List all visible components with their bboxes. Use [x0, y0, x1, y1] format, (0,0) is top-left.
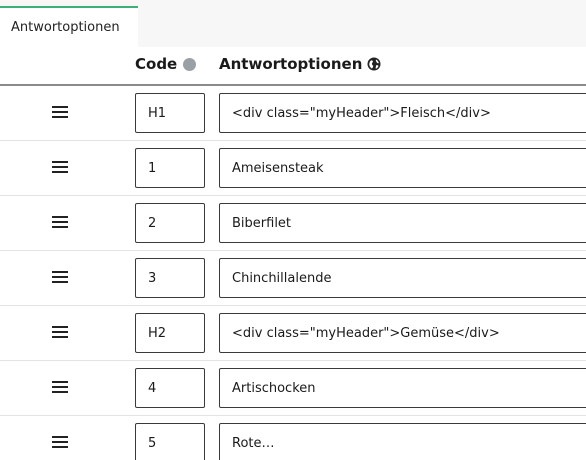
drag-handle-icon[interactable]	[52, 216, 68, 229]
table-row	[0, 141, 586, 196]
answer-input[interactable]	[219, 423, 586, 460]
globe-icon[interactable]	[367, 57, 381, 71]
answer-input[interactable]	[219, 203, 586, 243]
table-row	[0, 306, 586, 361]
code-input[interactable]	[135, 203, 205, 243]
table-row	[0, 196, 586, 251]
drag-handle-icon[interactable]	[52, 106, 68, 119]
table-header: Code Antwortoptionen	[0, 47, 586, 86]
drag-handle-icon[interactable]	[52, 436, 68, 449]
table-row	[0, 86, 586, 141]
answer-input[interactable]	[219, 93, 586, 133]
table-row	[0, 361, 586, 416]
code-input[interactable]	[135, 423, 205, 460]
answer-column-header: Antwortoptionen	[219, 55, 381, 73]
code-input[interactable]	[135, 148, 205, 188]
answer-input[interactable]	[219, 368, 586, 408]
code-input[interactable]	[135, 258, 205, 298]
drag-handle-icon[interactable]	[52, 271, 68, 284]
drag-handle-icon[interactable]	[52, 326, 68, 339]
table-row	[0, 416, 586, 460]
tab-bar: Antwortoptionen	[0, 0, 586, 47]
info-icon[interactable]	[183, 57, 197, 71]
code-column-header: Code	[135, 55, 197, 73]
answer-input[interactable]	[219, 258, 586, 298]
drag-handle-icon[interactable]	[52, 161, 68, 174]
code-input[interactable]	[135, 368, 205, 408]
code-header-label: Code	[135, 55, 178, 73]
answer-input[interactable]	[219, 313, 586, 353]
answer-header-label: Antwortoptionen	[219, 55, 363, 73]
answer-input[interactable]	[219, 148, 586, 188]
tab-antwortoptionen[interactable]: Antwortoptionen	[0, 6, 138, 47]
code-input[interactable]	[135, 313, 205, 353]
table-row	[0, 251, 586, 306]
code-input[interactable]	[135, 93, 205, 133]
drag-handle-icon[interactable]	[52, 381, 68, 394]
answer-options-list	[0, 86, 586, 460]
